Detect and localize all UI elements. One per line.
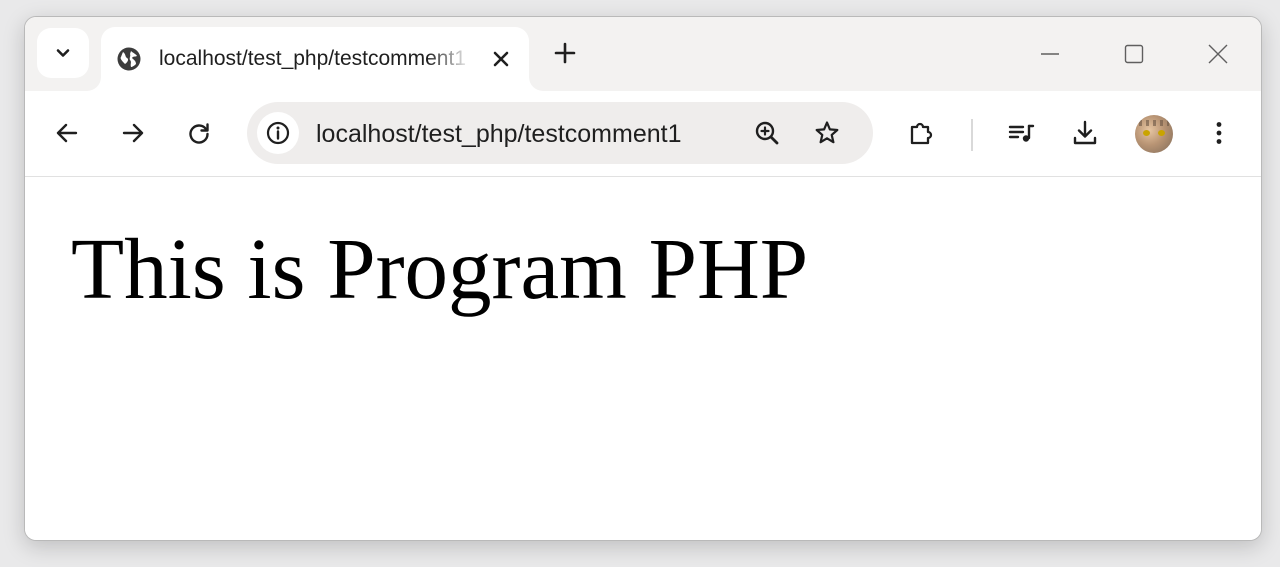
- menu-button[interactable]: [1203, 117, 1235, 149]
- browser-toolbar: localhost/test_php/testcomment1: [25, 91, 1261, 177]
- forward-arrow-icon: [122, 123, 144, 143]
- chevron-down-icon: [53, 43, 73, 63]
- maximize-icon: [1124, 44, 1144, 64]
- back-button[interactable]: [51, 117, 83, 149]
- maximize-button[interactable]: [1119, 39, 1149, 69]
- tab-active[interactable]: localhost/test_php/testcomment1: [101, 27, 529, 91]
- download-button[interactable]: [1069, 117, 1101, 149]
- more-vert-icon: [1216, 122, 1222, 144]
- extensions-icon: [910, 122, 933, 145]
- minimize-icon: [1041, 53, 1059, 55]
- page-heading: This is Program PHP: [71, 220, 809, 317]
- browser-window: localhost/test_php/testcomment1 localhos…: [24, 16, 1262, 541]
- plus-icon: [554, 42, 576, 64]
- globe-icon: [115, 45, 143, 73]
- tab-strip: localhost/test_php/testcomment1: [25, 17, 1261, 91]
- download-icon: [1073, 120, 1097, 145]
- site-info-button[interactable]: [257, 112, 299, 154]
- reload-icon: [189, 123, 209, 144]
- window-close-button[interactable]: [1203, 39, 1233, 69]
- forward-button[interactable]: [117, 117, 149, 149]
- back-arrow-icon: [56, 123, 78, 143]
- url-text[interactable]: localhost/test_php/testcomment1: [316, 120, 681, 149]
- close-icon: [1208, 44, 1228, 64]
- zoom-in-icon: [755, 121, 779, 145]
- address-bar[interactable]: localhost/test_php/testcomment1: [247, 102, 873, 164]
- tab-close-button[interactable]: [487, 45, 515, 73]
- star-icon: [815, 121, 839, 144]
- reload-button[interactable]: [183, 117, 215, 149]
- info-icon: [266, 121, 290, 145]
- media-control-button[interactable]: [1005, 117, 1037, 149]
- toolbar-divider: [971, 119, 973, 151]
- zoom-button[interactable]: [751, 117, 783, 149]
- new-tab-button[interactable]: [549, 37, 581, 69]
- tab-title: localhost/test_php/testcomment1: [159, 47, 467, 70]
- minimize-button[interactable]: [1035, 39, 1065, 69]
- media-control-icon: [1008, 124, 1035, 142]
- extensions-button[interactable]: [905, 117, 937, 149]
- bookmark-button[interactable]: [811, 117, 843, 149]
- tab-search-button[interactable]: [37, 28, 89, 78]
- profile-avatar[interactable]: [1135, 115, 1173, 153]
- page-content: This is Program PHP: [25, 177, 1261, 540]
- close-icon: [493, 51, 509, 67]
